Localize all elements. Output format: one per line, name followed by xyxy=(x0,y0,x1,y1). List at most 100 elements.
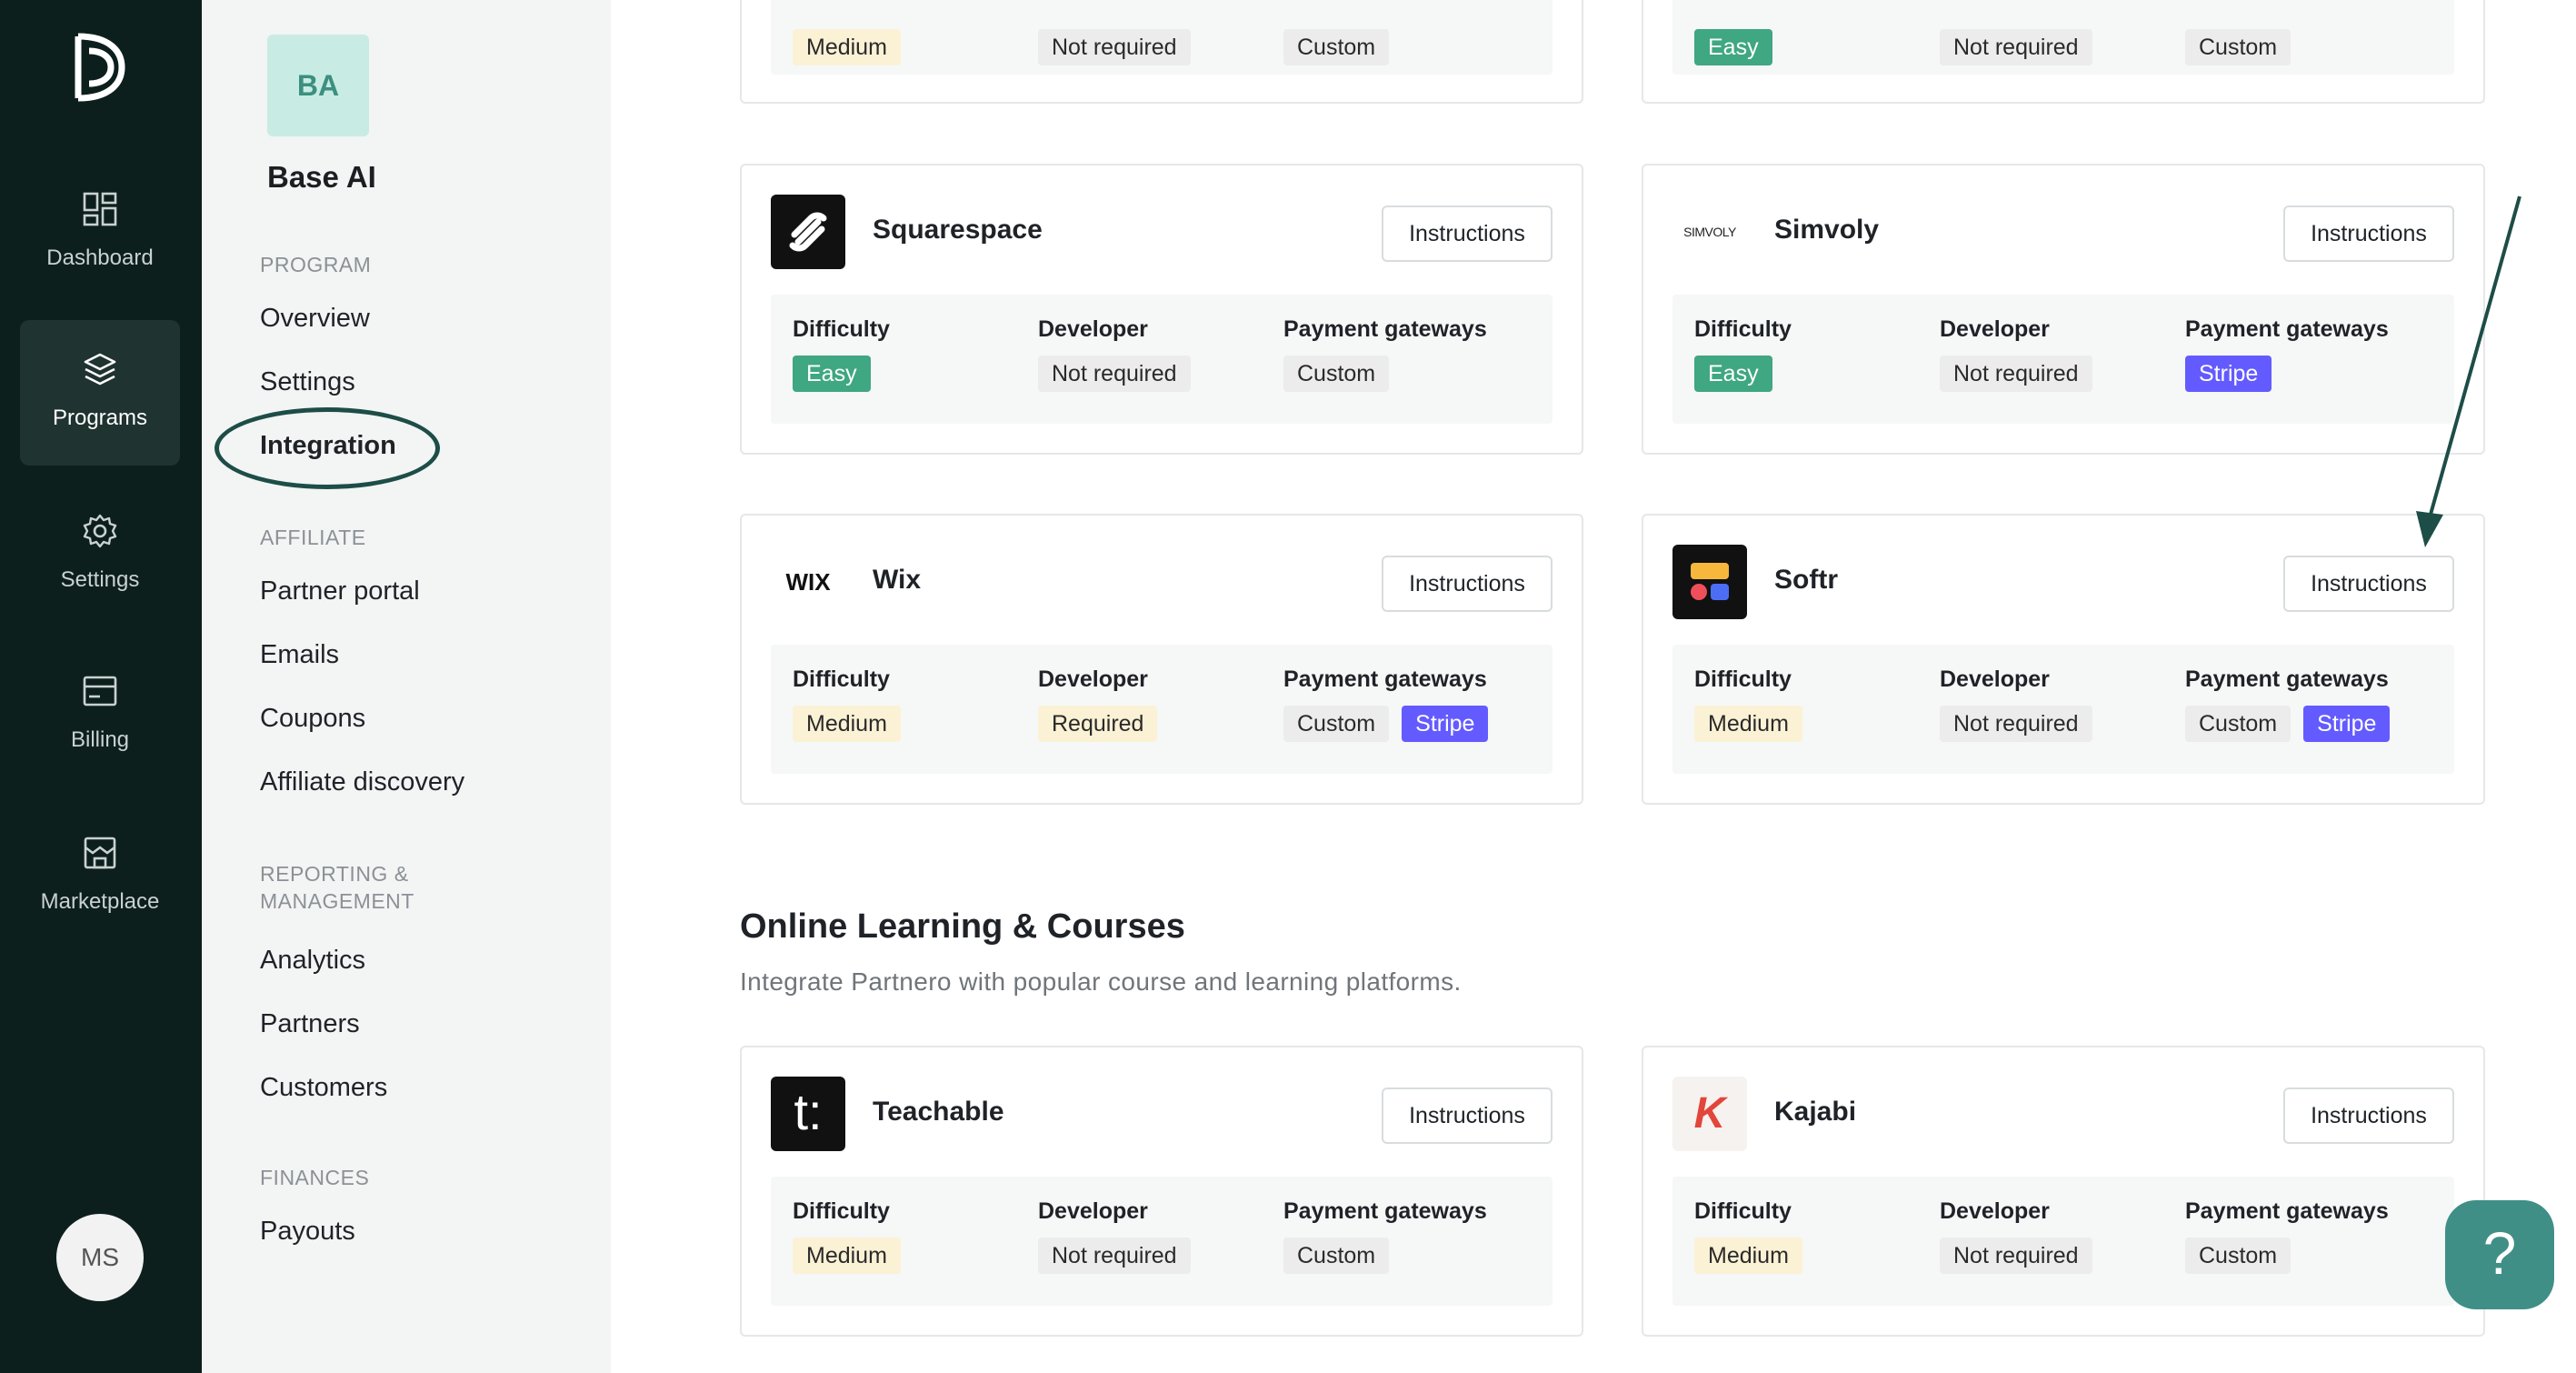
rail-label-marketplace: Marketplace xyxy=(40,889,160,914)
developer-tag: Required xyxy=(1038,706,1158,742)
developer-label: Developer xyxy=(1940,1198,2050,1224)
payment-label: Payment gateways xyxy=(1283,1198,1487,1224)
rail-item-dashboard[interactable]: Dashboard xyxy=(20,160,180,306)
squarespace-logo xyxy=(771,195,845,269)
difficulty-label: Difficulty xyxy=(793,1198,890,1224)
developer-tag: Not required xyxy=(1940,1238,2092,1274)
sidebar-item-partner-portal[interactable]: Partner portal xyxy=(260,576,420,606)
gateway-tag: Custom xyxy=(2185,706,2291,742)
integration-card-softr: Softr Instructions Difficulty Medium Deve… xyxy=(1642,514,2485,805)
gateway-tag-stripe: Stripe xyxy=(2185,356,2272,392)
integration-card: Easy Not required Custom xyxy=(1642,0,2485,104)
gateway-tag: Custom xyxy=(1283,356,1390,392)
integration-card-teachable: t: Teachable Instructions Difficulty Medi… xyxy=(740,1046,1583,1337)
instructions-button[interactable]: Instructions xyxy=(1382,556,1553,612)
squarespace-logo-icon xyxy=(789,212,827,252)
rail-item-marketplace[interactable]: Marketplace xyxy=(20,804,180,949)
difficulty-label: Difficulty xyxy=(1694,1198,1792,1224)
card-title: Squarespace xyxy=(873,215,1043,245)
sidebar-item-coupons[interactable]: Coupons xyxy=(260,704,365,734)
sidebar-item-partners[interactable]: Partners xyxy=(260,1009,360,1039)
kajabi-logo: K xyxy=(1672,1077,1747,1151)
highlight-ring xyxy=(215,407,440,489)
card-title: Softr xyxy=(1774,565,1838,595)
sidebar-section-program: PROGRAM xyxy=(260,253,372,276)
teachable-logo: t: xyxy=(771,1077,845,1151)
sidebar-item-emails[interactable]: Emails xyxy=(260,640,339,670)
dashboard-icon xyxy=(83,192,117,226)
app-rail: Dashboard Programs Settings Billing Mark… xyxy=(0,0,202,1373)
instructions-button[interactable]: Instructions xyxy=(2283,1087,2454,1144)
card-title: Simvoly xyxy=(1774,215,1880,245)
card-title: Teachable xyxy=(873,1097,1004,1127)
difficulty-tag: Easy xyxy=(1694,29,1772,65)
developer-label: Developer xyxy=(1038,1198,1148,1224)
program-sidebar: BA Base AI PROGRAM Overview Settings Int… xyxy=(202,0,611,1373)
difficulty-tag: Medium xyxy=(793,29,901,65)
card-info: Difficulty Medium Developer Required Payme… xyxy=(771,645,1553,774)
gear-icon xyxy=(83,514,117,548)
integration-card-wix: WIX Wix Instructions Difficulty Medium De… xyxy=(740,514,1583,805)
integrations-main: Medium Not required Custom Easy Not requ… xyxy=(611,0,2576,1373)
gateway-tag: Custom xyxy=(2185,29,2291,65)
sidebar-item-affiliate-discovery[interactable]: Affiliate discovery xyxy=(260,767,464,797)
sidebar-item-customers[interactable]: Customers xyxy=(260,1073,387,1103)
rail-item-billing[interactable]: Billing xyxy=(20,642,180,787)
card-info: Medium Not required Custom xyxy=(771,0,1553,75)
gateway-tag-stripe: Stripe xyxy=(1402,706,1489,742)
card-info: Difficulty Medium Developer Not required P… xyxy=(1672,645,2454,774)
simvoly-logo: SIMVOLY xyxy=(1683,225,1736,239)
difficulty-tag: Easy xyxy=(793,356,871,392)
developer-tag: Not required xyxy=(1038,356,1191,392)
gateway-tag-stripe: Stripe xyxy=(2303,706,2391,742)
rail-label-settings: Settings xyxy=(60,567,140,592)
softr-logo-icon xyxy=(1691,563,1729,600)
difficulty-tag: Medium xyxy=(793,706,901,742)
difficulty-tag: Medium xyxy=(1694,1238,1802,1274)
payment-label: Payment gateways xyxy=(2185,316,2389,342)
sidebar-item-overview[interactable]: Overview xyxy=(260,304,370,334)
sidebar-section-reporting: REPORTING & MANAGEMENT xyxy=(260,862,414,913)
developer-tag: Not required xyxy=(1940,706,2092,742)
difficulty-tag: Medium xyxy=(1694,706,1802,742)
integration-card-squarespace: Squarespace Instructions Difficulty Easy … xyxy=(740,164,1583,455)
card-info: Difficulty Easy Developer Not required Pay… xyxy=(771,295,1553,424)
card-title: Kajabi xyxy=(1774,1097,1857,1127)
rail-label-billing: Billing xyxy=(70,727,130,752)
program-avatar[interactable]: BA xyxy=(267,35,369,136)
payment-label: Payment gateways xyxy=(2185,666,2389,692)
card-info: Easy Not required Custom xyxy=(1672,0,2454,75)
developer-tag: Not required xyxy=(1940,29,2092,65)
card-info: Difficulty Medium Developer Not required P… xyxy=(1672,1177,2454,1306)
instructions-button[interactable]: Instructions xyxy=(1382,1087,1553,1144)
annotation-arrow-icon xyxy=(2416,195,2521,547)
rail-label-programs: Programs xyxy=(52,406,148,430)
integration-card-simvoly: SIMVOLY Simvoly Instructions Difficulty E… xyxy=(1642,164,2485,455)
instructions-button[interactable]: Instructions xyxy=(1382,205,1553,262)
sidebar-item-analytics[interactable]: Analytics xyxy=(260,946,365,976)
difficulty-label: Difficulty xyxy=(1694,666,1792,692)
difficulty-label: Difficulty xyxy=(793,316,890,342)
payment-label: Payment gateways xyxy=(2185,1198,2389,1224)
rail-item-programs[interactable]: Programs xyxy=(20,320,180,466)
gateway-tag: Custom xyxy=(1283,29,1390,65)
difficulty-tag: Easy xyxy=(1694,356,1772,392)
user-avatar[interactable]: MS xyxy=(56,1214,144,1301)
sidebar-item-settings[interactable]: Settings xyxy=(260,367,355,397)
gateway-tag: Custom xyxy=(2185,1238,2291,1274)
instructions-button[interactable]: Instructions xyxy=(2283,556,2454,612)
payment-label: Payment gateways xyxy=(1283,666,1487,692)
developer-tag: Not required xyxy=(1038,1238,1191,1274)
difficulty-label: Difficulty xyxy=(793,666,890,692)
rail-item-settings[interactable]: Settings xyxy=(20,482,180,627)
section-title: Online Learning & Courses xyxy=(740,907,1185,946)
store-icon xyxy=(84,837,116,869)
wix-logo: WIX xyxy=(785,568,831,596)
help-button[interactable]: ? xyxy=(2445,1200,2554,1309)
section-subtitle: Integrate Partnero with popular course a… xyxy=(740,967,1462,996)
partnero-logo-icon[interactable] xyxy=(73,33,127,102)
developer-label: Developer xyxy=(1940,666,2050,692)
sidebar-section-affiliate: AFFILIATE xyxy=(260,526,366,549)
developer-label: Developer xyxy=(1038,316,1148,342)
sidebar-item-payouts[interactable]: Payouts xyxy=(260,1217,355,1247)
